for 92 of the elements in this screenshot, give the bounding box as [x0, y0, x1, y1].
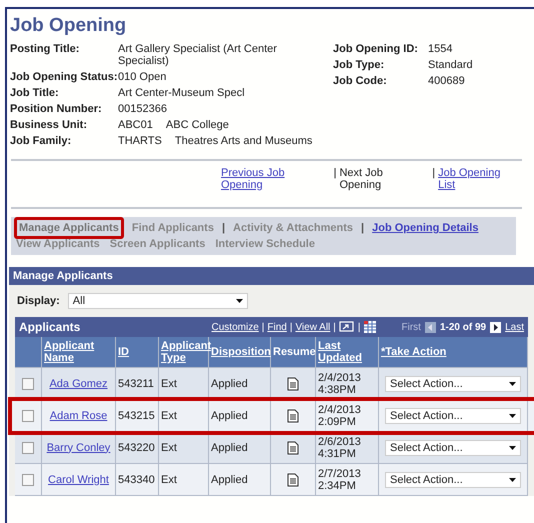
spreadsheet-icon[interactable] — [364, 321, 376, 333]
field-label: Business Unit: — [10, 119, 88, 131]
display-label: Display: — [17, 295, 60, 307]
field-value: Standard — [428, 59, 474, 71]
grid-tool-link[interactable]: View All — [295, 322, 330, 332]
applicant-name-link[interactable]: Barry Conley — [46, 442, 110, 454]
field-value: 010 Open — [118, 71, 166, 83]
action-dropdown[interactable]: Select Action... — [385, 440, 521, 456]
field-value: THARTS — [118, 135, 162, 147]
nav-text: Next Job Opening — [339, 167, 384, 191]
applicant-name-link[interactable]: Carol Wright — [48, 474, 109, 486]
separator-text: | — [333, 322, 336, 332]
field-value: Theatres Arts and Museums — [174, 135, 312, 147]
action-dropdown[interactable]: Select Action... — [385, 408, 521, 424]
display-dropdown[interactable]: All — [68, 293, 248, 309]
previous-icon[interactable] — [424, 322, 436, 332]
column-header[interactable]: *Take Action — [381, 346, 446, 358]
table-cell: Ext — [161, 410, 177, 422]
field-value: ABC01 — [118, 119, 153, 131]
column-header[interactable]: ID — [118, 346, 129, 358]
section-header: Manage Applicants — [9, 267, 534, 285]
nav-link[interactable]: Previous Job Opening — [221, 167, 328, 191]
grid-tool-link[interactable]: Customize — [212, 322, 259, 332]
field-value: 00152366 — [118, 103, 167, 115]
table-cell: 543340 — [118, 474, 155, 486]
caret-icon — [509, 478, 516, 482]
table-cell: Ext — [161, 378, 177, 390]
first-text: First — [402, 322, 421, 332]
column-header[interactable]: Applicant Name — [44, 340, 113, 364]
column-header[interactable]: Disposition — [211, 346, 271, 358]
tab-link[interactable]: Job Opening Details — [370, 220, 480, 236]
table-cell: Ext — [161, 474, 177, 486]
page-range: 1-20 of 99 — [440, 322, 486, 332]
table-cell: Applied — [211, 378, 248, 390]
table-cell: Applied — [211, 410, 248, 422]
separator-text: | — [222, 221, 226, 236]
field-label: Job Opening ID: — [333, 43, 419, 55]
field-value: Art Gallery Specialist (Art Center Specialist) — [118, 43, 277, 67]
separator-text: | — [432, 167, 436, 181]
action-dropdown[interactable]: Select Action... — [385, 376, 521, 392]
table-cell: 543220 — [118, 442, 155, 454]
caret-icon — [509, 414, 516, 418]
grid-tool-link[interactable]: Find — [267, 322, 287, 332]
separator-text: | — [358, 322, 360, 332]
column-header: Resume — [273, 346, 316, 358]
column-header[interactable]: Applicant Type — [161, 340, 212, 364]
column-header[interactable]: Last Updated — [318, 340, 376, 364]
field-value: Art Center-Museum Specl — [118, 87, 245, 99]
row-checkbox[interactable] — [22, 442, 34, 454]
row-checkbox[interactable] — [22, 474, 34, 486]
table-cell-text: 2/4/2013 2:09PM — [318, 404, 362, 428]
action-dropdown[interactable]: Select Action... — [385, 472, 521, 488]
field-label: Job Code: — [333, 75, 388, 87]
page-title: Job Opening — [9, 14, 128, 38]
table-cell: 543215 — [118, 410, 155, 422]
tab[interactable]: Manage Applicants — [14, 217, 124, 239]
table-cell: Ext — [161, 442, 177, 454]
field-value: 1554 — [428, 43, 454, 55]
table-cell: Applied — [211, 442, 248, 454]
table-cell-text: 2/7/2013 2:34PM — [318, 468, 362, 492]
separator-text: | — [361, 221, 364, 236]
applicant-name-link[interactable]: Adam Rose — [50, 410, 108, 422]
field-label: Position Number: — [10, 103, 103, 115]
document-icon[interactable] — [287, 472, 299, 486]
field-label: Job Title: — [10, 87, 60, 99]
table-cell: 543211 — [118, 378, 154, 390]
separator-text: | — [290, 322, 292, 332]
field-label: Posting Title: — [10, 43, 80, 57]
field-value: 400689 — [428, 75, 466, 87]
field-label: Job Type: — [333, 59, 386, 71]
field-label: Job Opening Status: — [10, 71, 118, 83]
applicant-name-link[interactable]: Ada Gomez — [49, 378, 108, 390]
document-icon[interactable] — [287, 376, 299, 390]
separator-text: | — [262, 322, 264, 332]
grid-title: Applicants — [19, 320, 82, 334]
last-link[interactable]: Last — [505, 322, 524, 332]
table-cell-text: 2/4/2013 4:38PM — [318, 372, 362, 396]
window-icon[interactable] — [338, 321, 355, 333]
document-icon[interactable] — [287, 408, 299, 422]
field-label: Job Family: — [10, 135, 72, 147]
next-icon[interactable] — [490, 322, 502, 332]
field-value: ABC College — [166, 119, 229, 131]
caret-icon — [509, 382, 516, 386]
row-checkbox[interactable] — [22, 410, 34, 422]
table-cell: Applied — [211, 474, 248, 486]
document-icon[interactable] — [287, 440, 299, 454]
caret-icon — [236, 299, 243, 303]
table-cell-text: 2/6/2013 4:31PM — [318, 436, 362, 460]
caret-icon — [509, 446, 516, 450]
nav-link[interactable]: Job Opening List — [438, 167, 509, 191]
row-checkbox[interactable] — [22, 378, 34, 390]
separator-text: | — [334, 167, 336, 181]
